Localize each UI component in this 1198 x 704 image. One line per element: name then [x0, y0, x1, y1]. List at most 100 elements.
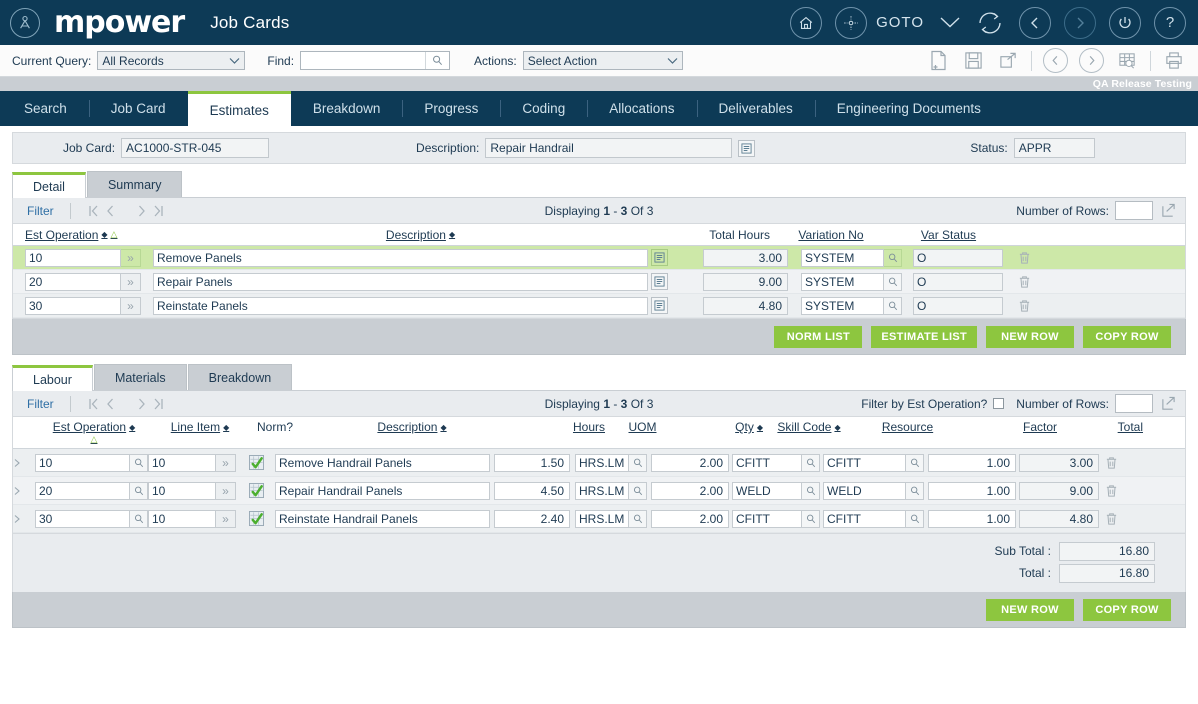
- factor-field[interactable]: 1.00: [928, 481, 1016, 500]
- nav-tab-deliverables[interactable]: Deliverables: [696, 91, 815, 126]
- resource-field[interactable]: CFITT: [823, 453, 906, 472]
- subtab-summary[interactable]: Summary: [86, 171, 183, 197]
- nav-tab-progress[interactable]: Progress: [402, 91, 500, 126]
- est-operation-lookup-icon[interactable]: [130, 509, 148, 528]
- col-description[interactable]: Description ◆: [303, 420, 521, 434]
- job-card-field[interactable]: AC1000-STR-045: [121, 138, 270, 158]
- subtab-detail[interactable]: Detail: [12, 172, 86, 198]
- col-variation-no[interactable]: Variation No: [770, 228, 892, 242]
- table-row[interactable]: 10 10» Remove Handrail Panels 1.50 HRS.LM 2.0…: [13, 449, 1185, 477]
- variation-no-lookup-icon[interactable]: [884, 248, 902, 267]
- est-operation-field[interactable]: 20: [35, 481, 130, 500]
- row-expander-icon[interactable]: [13, 458, 27, 468]
- estimate-list-button[interactable]: ESTIMATE LIST: [871, 325, 977, 348]
- description-memo-icon[interactable]: [651, 297, 668, 314]
- col-factor[interactable]: Factor: [960, 420, 1057, 434]
- skill-code-lookup-icon[interactable]: [802, 509, 820, 528]
- resource-lookup-icon[interactable]: [906, 509, 924, 528]
- popout-icon[interactable]: [1159, 395, 1177, 413]
- variation-no-lookup-icon[interactable]: [884, 272, 902, 291]
- col-hours[interactable]: Hours: [521, 420, 605, 434]
- delete-row-icon[interactable]: [1101, 512, 1121, 526]
- line-item-drilldown-icon[interactable]: »: [216, 481, 236, 500]
- variation-no-field[interactable]: SYSTEM: [801, 248, 884, 267]
- nav-tab-breakdown[interactable]: Breakdown: [291, 91, 403, 126]
- description-field[interactable]: Remove Panels: [153, 248, 648, 267]
- est-operation-lookup-icon[interactable]: [130, 481, 148, 500]
- variation-no-field[interactable]: SYSTEM: [801, 296, 884, 315]
- uom-field[interactable]: HRS.LM: [575, 481, 629, 500]
- est-operation-field[interactable]: 30: [25, 296, 121, 315]
- table-row[interactable]: 30 10» Reinstate Handrail Panels 2.40 HRS.LM…: [13, 505, 1185, 533]
- current-query-select[interactable]: All Records: [97, 51, 246, 70]
- home-icon[interactable]: [790, 6, 823, 39]
- next-page-icon[interactable]: [1079, 48, 1104, 73]
- new-row-button[interactable]: NEW ROW: [986, 325, 1074, 348]
- line-item-field[interactable]: 10: [148, 509, 216, 528]
- qty-field[interactable]: 2.00: [651, 509, 729, 528]
- description-field[interactable]: Remove Handrail Panels: [275, 453, 490, 472]
- col-qty[interactable]: Qty ◆: [680, 420, 763, 434]
- first-page-icon[interactable]: [87, 397, 100, 411]
- est-operation-field[interactable]: 20: [25, 272, 121, 291]
- col-skill-code[interactable]: Skill Code ◆: [763, 420, 855, 434]
- col-uom[interactable]: UOM: [605, 420, 680, 434]
- new-row-button[interactable]: NEW ROW: [986, 598, 1074, 621]
- delete-row-icon[interactable]: [1014, 275, 1034, 289]
- search-input[interactable]: [301, 52, 426, 69]
- refresh-icon[interactable]: [974, 7, 1006, 39]
- line-item-field[interactable]: 10: [148, 453, 216, 472]
- resource-field[interactable]: CFITT: [823, 509, 906, 528]
- hours-field[interactable]: 1.50: [494, 453, 570, 472]
- save-icon[interactable]: [961, 49, 985, 73]
- popout-icon[interactable]: [1159, 202, 1177, 220]
- help-icon[interactable]: ?: [1154, 6, 1186, 39]
- table-row[interactable]: 10» Remove Panels 3.00 SYSTEM O: [13, 246, 1185, 270]
- delete-row-icon[interactable]: [1101, 484, 1121, 498]
- col-resource[interactable]: Resource: [855, 420, 960, 434]
- skill-code-lookup-icon[interactable]: [802, 481, 820, 500]
- print-icon[interactable]: [1162, 49, 1186, 73]
- description-field[interactable]: Repair Handrail: [485, 138, 733, 158]
- delete-row-icon[interactable]: [1014, 299, 1034, 313]
- uom-field[interactable]: HRS.LM: [575, 509, 629, 528]
- description-memo-icon[interactable]: [738, 139, 756, 157]
- last-page-icon[interactable]: [152, 397, 165, 411]
- power-logout-icon[interactable]: [1109, 6, 1141, 39]
- hours-field[interactable]: 2.40: [494, 509, 570, 528]
- nav-tab-engineering-documents[interactable]: Engineering Documents: [814, 91, 1003, 126]
- est-operation-drilldown-icon[interactable]: »: [121, 296, 141, 315]
- previous-page-icon[interactable]: [1043, 48, 1068, 73]
- find-field[interactable]: [300, 51, 451, 70]
- previous-record-icon[interactable]: [1019, 6, 1051, 39]
- uom-field[interactable]: HRS.LM: [575, 453, 629, 472]
- query-grid-icon[interactable]: [1115, 49, 1139, 73]
- uom-lookup-icon[interactable]: [629, 481, 647, 500]
- nav-tab-allocations[interactable]: Allocations: [587, 91, 696, 126]
- row-expander-icon[interactable]: [13, 514, 27, 524]
- labour-rows-input[interactable]: [1115, 394, 1153, 413]
- table-row[interactable]: 20» Repair Panels 9.00 SYSTEM O: [13, 270, 1185, 294]
- filter-by-est-operation-checkbox[interactable]: [993, 398, 1005, 409]
- uom-lookup-icon[interactable]: [629, 509, 647, 528]
- col-est-operation[interactable]: Est Operation ◆ △: [25, 228, 167, 242]
- col-var-status[interactable]: Var Status: [892, 228, 1005, 242]
- description-field[interactable]: Reinstate Panels: [153, 296, 648, 315]
- estimates-rows-input[interactable]: [1115, 201, 1153, 220]
- nav-tab-estimates[interactable]: Estimates: [187, 91, 291, 126]
- copy-row-button[interactable]: COPY ROW: [1083, 325, 1171, 348]
- nav-tab-search[interactable]: Search: [2, 91, 89, 126]
- est-operation-drilldown-icon[interactable]: »: [121, 248, 141, 267]
- est-operation-drilldown-icon[interactable]: »: [121, 272, 141, 291]
- est-operation-field[interactable]: 30: [35, 509, 130, 528]
- nav-tab-coding[interactable]: Coding: [500, 91, 587, 126]
- actions-select[interactable]: Select Action: [522, 51, 683, 70]
- row-expander-icon[interactable]: [13, 486, 27, 496]
- line-item-drilldown-icon[interactable]: »: [216, 453, 236, 472]
- hours-field[interactable]: 4.50: [494, 481, 570, 500]
- description-memo-icon[interactable]: [651, 249, 668, 266]
- new-record-icon[interactable]: [926, 49, 950, 73]
- next-page-icon[interactable]: [137, 397, 147, 411]
- table-row[interactable]: 30» Reinstate Panels 4.80 SYSTEM O: [13, 294, 1185, 318]
- expand-window-icon[interactable]: [996, 49, 1020, 73]
